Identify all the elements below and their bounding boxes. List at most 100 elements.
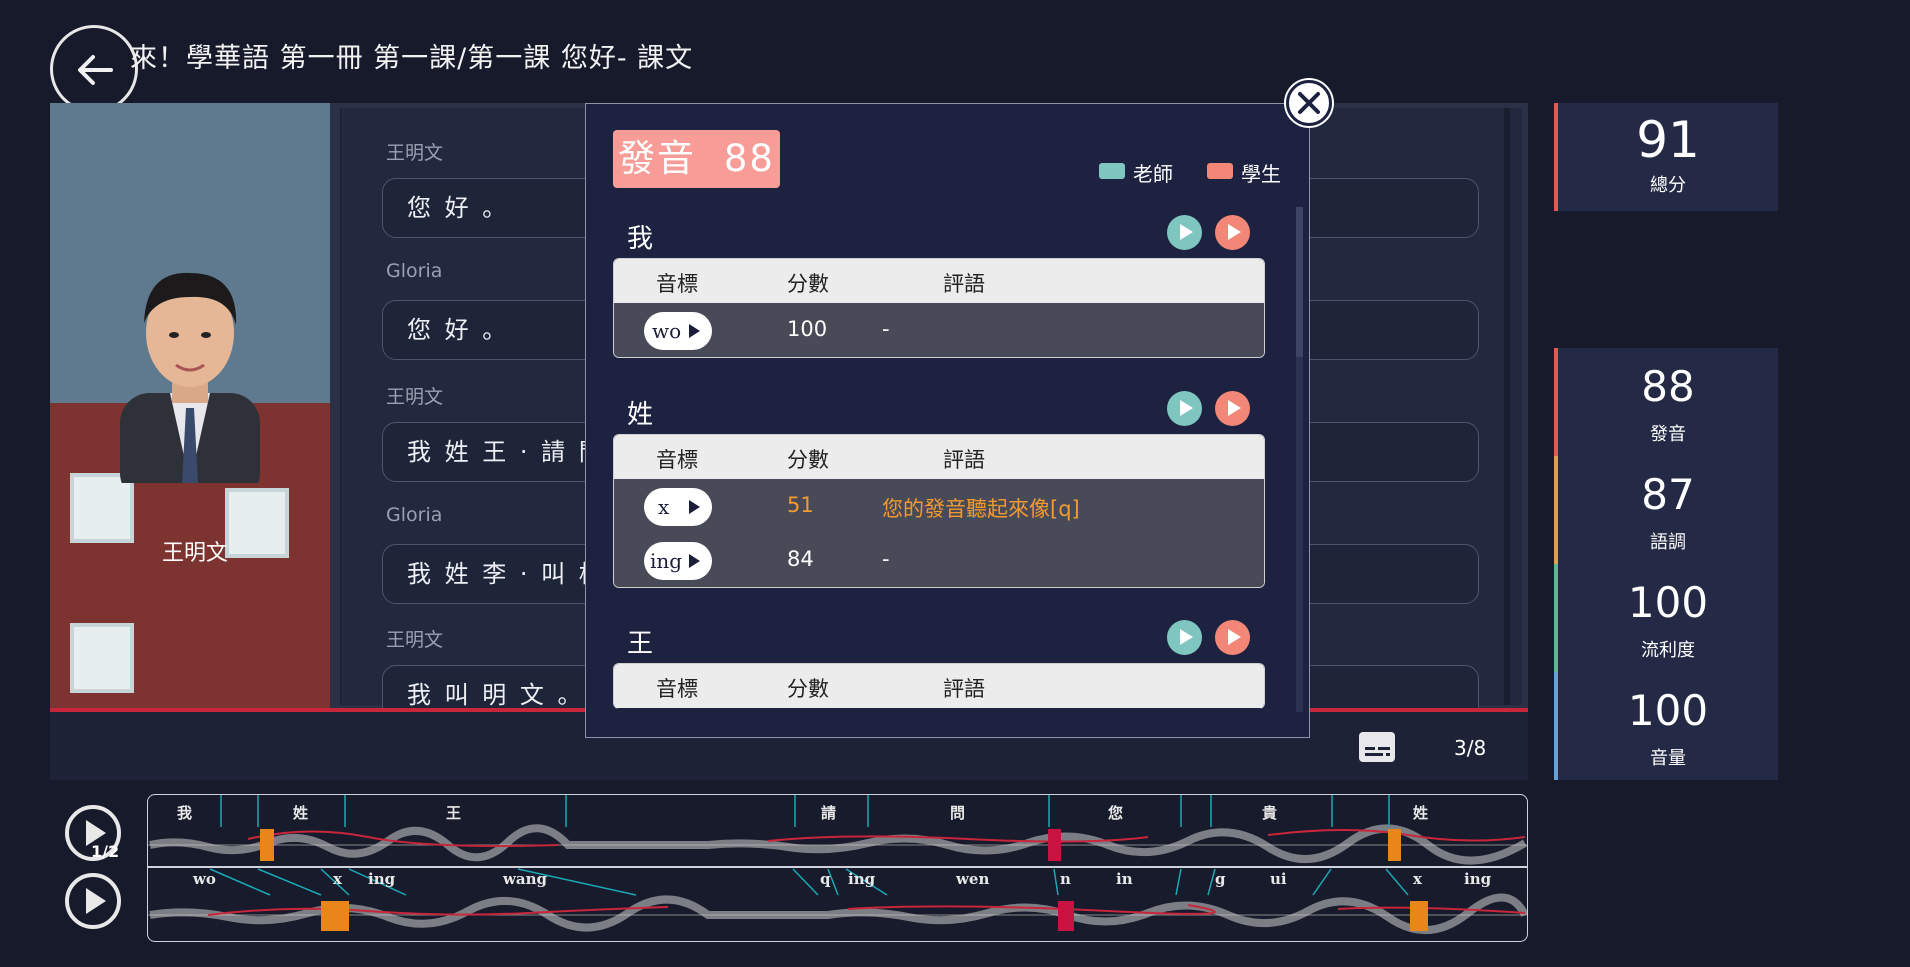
- play-student-button[interactable]: [1215, 391, 1250, 426]
- col-score: 分數: [787, 272, 829, 296]
- phonetic-table-header: 音標 分數 評語: [614, 259, 1264, 303]
- waveform-top-label: 問: [950, 804, 966, 822]
- waveform-bottom-label: wo: [193, 870, 216, 888]
- half-speed-label: 1/2: [91, 842, 120, 861]
- phonetic-label: ing: [650, 549, 683, 573]
- score-tone-label: 語調: [1650, 532, 1686, 553]
- page-title: 來！學華語 第一冊 第一課/第一課 您好- 課文: [130, 43, 694, 74]
- waveform-divider: [148, 866, 1527, 868]
- dialogue-speaker: Gloria: [386, 260, 443, 282]
- col-comment: 評語: [943, 448, 985, 472]
- background-window: [225, 488, 289, 558]
- score-volume-label: 音量: [1650, 748, 1686, 769]
- waveform-bottom-label: ing: [1464, 870, 1492, 888]
- phonetic-label: wo: [652, 319, 682, 343]
- waveform-bottom-label: x: [1413, 870, 1422, 888]
- phonetic-comment: 您的發音聽起來像[q]: [882, 497, 1080, 521]
- phonetic-label: x: [658, 495, 670, 519]
- play-student-button[interactable]: [1215, 620, 1250, 655]
- back-button[interactable]: [50, 25, 138, 113]
- col-phonetic: 音標: [656, 448, 698, 472]
- phonetic-comment: -: [882, 547, 890, 571]
- waveform-bottom-label: ing: [368, 870, 396, 888]
- score-tone-value: 87: [1641, 470, 1695, 519]
- score-pronunciation[interactable]: 88 發音: [1554, 348, 1778, 456]
- score-total: 91 總分: [1554, 103, 1778, 211]
- phonetic-row: wo 100 -: [614, 303, 1264, 357]
- arrow-left-icon: [78, 55, 113, 85]
- phonetic-table-header: 音標 分數 評語: [614, 435, 1264, 479]
- dialogue-speaker: 王明文: [386, 629, 444, 651]
- phonetic-play-button[interactable]: wo: [644, 312, 712, 350]
- waveform-bottom-label: wang: [503, 870, 548, 888]
- waveform-bottom-label: n: [1060, 870, 1071, 888]
- page-counter: 3/8: [1454, 736, 1487, 760]
- phonetic-score: 84: [787, 547, 814, 571]
- waveform-top-label: 王: [446, 804, 462, 822]
- phonetic-table-header: 音標 分數 評語: [614, 664, 1264, 708]
- waveform-top-label: 您: [1108, 804, 1124, 822]
- score-volume-value: 100: [1627, 686, 1709, 735]
- score-pronunciation-value: 88: [1641, 362, 1695, 411]
- phonetic-play-button[interactable]: ing: [644, 542, 712, 580]
- waveform-bottom-label: ing: [848, 870, 876, 888]
- phonetic-play-button[interactable]: x: [644, 488, 712, 526]
- waveform-top-label: 請: [821, 804, 837, 822]
- close-button[interactable]: [1286, 80, 1332, 126]
- score-fluency-label: 流利度: [1641, 640, 1695, 661]
- speaker-name: 王明文: [162, 541, 229, 566]
- play-student-button[interactable]: [1215, 215, 1250, 250]
- word-title: 我: [627, 224, 654, 254]
- phonetic-table: 音標 分數 評語: [613, 663, 1265, 709]
- word-title: 王: [627, 629, 654, 659]
- play-full-speed-button[interactable]: [64, 872, 122, 930]
- waveform-top-label: 貴: [1262, 804, 1278, 822]
- col-score: 分數: [787, 677, 829, 701]
- col-score: 分數: [787, 448, 829, 472]
- waveform-panel[interactable]: 我 姓 王 請 問 您 貴 姓 wo x ing wang q ing wen …: [147, 794, 1528, 942]
- pronunciation-popup: [585, 103, 1310, 738]
- score-volume[interactable]: 100 音量: [1554, 672, 1778, 780]
- waveform-bottom-label: in: [1116, 870, 1133, 888]
- dialogue-scrollbar[interactable]: [1504, 108, 1510, 705]
- score-total-label: 總分: [1650, 175, 1686, 196]
- waveform-top-label: 我: [177, 804, 193, 822]
- play-teacher-button[interactable]: [1167, 391, 1202, 426]
- score-total-value: 91: [1636, 111, 1700, 169]
- dialogue-speaker: 王明文: [386, 142, 444, 164]
- subtitle-icon[interactable]: [1358, 731, 1396, 763]
- phonetic-table: 音標 分數 評語 wo 100 -: [613, 258, 1265, 358]
- dialogue-speaker: Gloria: [386, 504, 443, 526]
- close-icon: [1298, 92, 1320, 114]
- waveform-bottom-label: x: [333, 870, 342, 888]
- waveform-top-label: 姓: [1413, 804, 1429, 822]
- pronunciation-badge: 發音 88: [613, 130, 780, 188]
- waveform-top-label: 姓: [293, 804, 309, 822]
- col-comment: 評語: [943, 677, 985, 701]
- col-comment: 評語: [943, 272, 985, 296]
- phonetic-comment: -: [882, 317, 890, 341]
- play-teacher-button[interactable]: [1167, 620, 1202, 655]
- score-fluency[interactable]: 100 流利度: [1554, 564, 1778, 672]
- speaker-avatar: [120, 272, 260, 483]
- pronunciation-badge-label: 發音: [618, 137, 697, 180]
- waveform-graphic: [148, 795, 1527, 934]
- word-title: 姓: [627, 400, 654, 430]
- background-window: [70, 473, 134, 543]
- phonetic-row: x 51 您的發音聽起來像[q]: [614, 479, 1264, 533]
- col-phonetic: 音標: [656, 677, 698, 701]
- waveform-bottom-label: q: [820, 870, 831, 888]
- score-fluency-value: 100: [1627, 578, 1709, 627]
- waveform-bottom-label: wen: [956, 870, 990, 888]
- legend-teacher-label: 老師: [1133, 162, 1173, 186]
- legend-student-swatch: [1207, 163, 1233, 179]
- waveform-bottom-label: g: [1215, 870, 1226, 888]
- background-window: [70, 623, 134, 693]
- phonetic-row: ing 84 -: [614, 533, 1264, 587]
- pronunciation-badge-score: 88: [723, 137, 775, 180]
- legend-student-label: 學生: [1241, 162, 1281, 186]
- popup-scrollbar-thumb[interactable]: [1296, 207, 1303, 357]
- score-tone[interactable]: 87 語調: [1554, 456, 1778, 564]
- phonetic-table: 音標 分數 評語 x 51 您的發音聽起來像[q] ing 84 -: [613, 434, 1265, 588]
- play-teacher-button[interactable]: [1167, 215, 1202, 250]
